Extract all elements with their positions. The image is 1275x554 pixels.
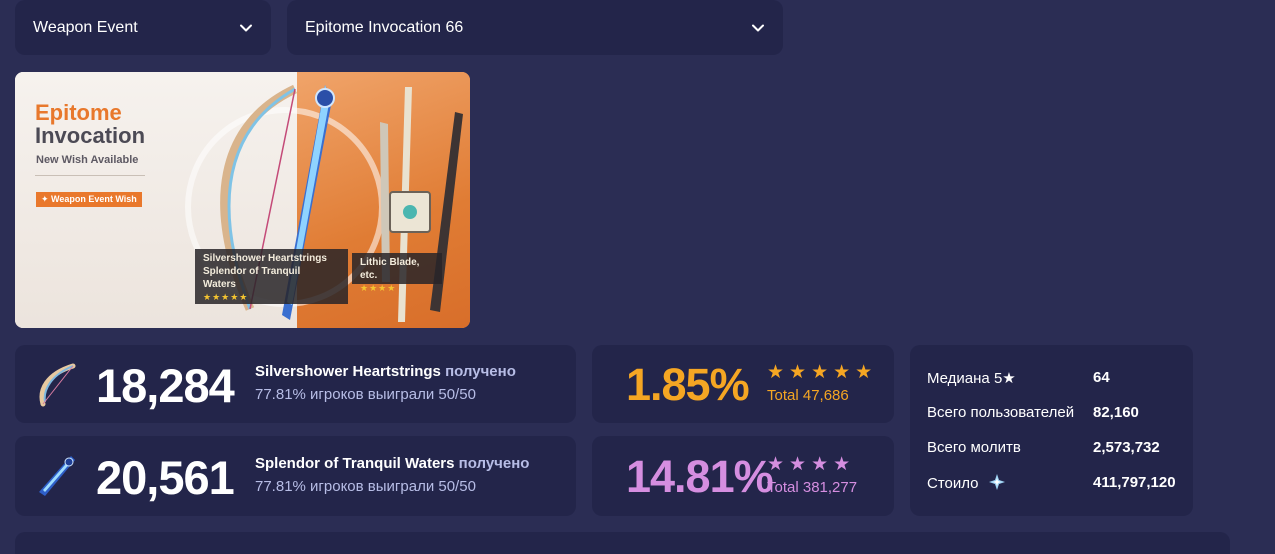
received-label: получено	[445, 363, 516, 380]
featured-4star-card: Lithic Blade, etc. ★★★★	[352, 253, 442, 293]
weapon-stat-card-splendor: 20,561 Splendor of Tranquil Waters получ…	[15, 436, 576, 516]
four-star-total: Total 381,277	[767, 479, 858, 496]
users-value: 82,160	[1093, 404, 1139, 421]
weapon-name: Silvershower Heartstrings получено	[255, 363, 516, 380]
sword-icon	[39, 456, 75, 496]
summary-stats-card: Медиана 5★ 64 Всего пользователей 82,160…	[910, 345, 1193, 516]
featured-weapon-1: Silvershower Heartstrings	[203, 253, 327, 264]
weapon-name: Splendor of Tranquil Waters получено	[255, 455, 529, 472]
win-rate-text: 77.81% игроков выиграли 50/50	[255, 386, 476, 403]
four-star-percent: 14.81%	[626, 451, 774, 502]
chevron-down-icon	[240, 24, 252, 31]
cost-label-row: Стоило	[927, 474, 1005, 492]
win-rate-text: 77.81% игроков выиграли 50/50	[255, 478, 476, 495]
weapon-count: 20,561	[96, 451, 235, 504]
wishes-label: Всего молитв	[927, 439, 1021, 456]
cost-value: 411,797,120	[1093, 474, 1176, 491]
featured-weapon-2: Splendor of Tranquil	[203, 266, 301, 277]
banner-divider	[35, 175, 145, 176]
banner-select-value: Epitome Invocation 66	[305, 18, 464, 36]
five-star-rate-card: 1.85% ★★★★★ Total 47,686	[592, 345, 894, 423]
received-label: получено	[458, 455, 530, 472]
median-label: Медиана 5★	[927, 370, 1016, 387]
chevron-down-icon	[752, 24, 764, 31]
weapon-name-text: Silvershower Heartstrings	[255, 363, 441, 380]
weapon-name-text: Splendor of Tranquil Waters	[255, 455, 455, 472]
banner-select-dropdown[interactable]: Epitome Invocation 66	[287, 0, 783, 55]
primogem-icon	[988, 474, 1005, 490]
weapon-stat-card-silvershower: 18,284 Silvershower Heartstrings получен…	[15, 345, 576, 423]
banner-image: Epitome Invocation New Wish Available ✦ …	[15, 72, 470, 328]
featured-4star-weapons: Lithic Blade, etc.	[360, 257, 420, 281]
banner-type-dropdown[interactable]: Weapon Event	[15, 0, 271, 55]
four-star-rate-card: 14.81% ★★★★ Total 381,277	[592, 436, 894, 516]
wishes-value: 2,573,732	[1093, 439, 1160, 456]
next-section-card	[15, 532, 1230, 554]
users-label: Всего пользователей	[927, 404, 1075, 421]
banner-title-line2: Invocation	[35, 123, 146, 148]
featured-weapon-2-cont: Waters	[203, 279, 236, 290]
five-star-total: Total 47,686	[767, 387, 849, 404]
banner-subtitle: New Wish Available	[36, 154, 139, 166]
four-star-icons: ★★★★	[767, 454, 856, 475]
banner-type-value: Weapon Event	[33, 18, 138, 36]
bow-icon	[39, 363, 76, 407]
banner-tag: ✦ Weapon Event Wish	[36, 192, 142, 207]
weapon-count: 18,284	[96, 359, 235, 412]
five-star-icons: ★★★★★	[767, 362, 878, 383]
rarity-stars: ★★★★★	[203, 292, 249, 302]
rarity-stars: ★★★★	[360, 283, 397, 293]
cost-label: Стоило	[927, 475, 979, 492]
median-value: 64	[1093, 369, 1110, 386]
featured-5star-card: Silvershower Heartstrings Splendor of Tr…	[195, 249, 348, 304]
five-star-percent: 1.85%	[626, 359, 750, 410]
